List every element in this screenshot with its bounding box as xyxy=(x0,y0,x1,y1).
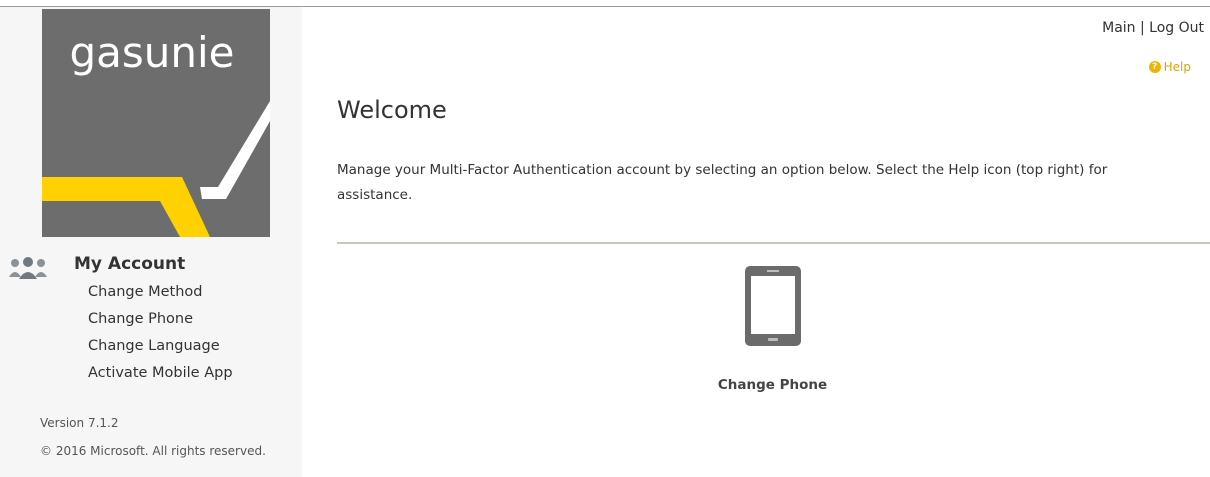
my-account-heading: My Account xyxy=(74,254,186,274)
version-text: Version 7.1.2 xyxy=(40,416,119,430)
copyright-text: © 2016 Microsoft. All rights reserved. xyxy=(40,444,266,458)
nav-change-phone[interactable]: Change Phone xyxy=(88,308,233,335)
logout-link[interactable]: Log Out xyxy=(1149,20,1204,36)
help-label: Help xyxy=(1163,60,1191,74)
logo-wordmark: gasunie xyxy=(69,28,234,77)
nav-activate-mobile-app[interactable]: Activate Mobile App xyxy=(88,362,233,389)
question-circle-icon: ? xyxy=(1148,61,1161,73)
help-link[interactable]: ? Help xyxy=(1148,60,1191,74)
divider xyxy=(337,242,1210,244)
top-links: Main | Log Out xyxy=(1102,20,1204,36)
link-separator: | xyxy=(1139,20,1145,36)
intro-text: Manage your Multi-Factor Authentication … xyxy=(337,162,1108,203)
mobile-phone-icon xyxy=(743,264,803,352)
users-icon xyxy=(8,257,48,281)
gasunie-logo: gasunie xyxy=(42,9,270,237)
page-title: Welcome xyxy=(337,96,447,124)
account-nav: Change Method Change Phone Change Langua… xyxy=(88,281,233,389)
nav-change-method[interactable]: Change Method xyxy=(88,281,233,308)
nav-change-language[interactable]: Change Language xyxy=(88,335,233,362)
page: gasunie My Account Change Method Change … xyxy=(0,0,1210,477)
change-phone-tile-label: Change Phone xyxy=(717,377,828,393)
main-link[interactable]: Main xyxy=(1102,20,1135,36)
change-phone-tile[interactable]: Change Phone xyxy=(700,260,845,400)
sidebar: gasunie My Account Change Method Change … xyxy=(0,7,302,477)
